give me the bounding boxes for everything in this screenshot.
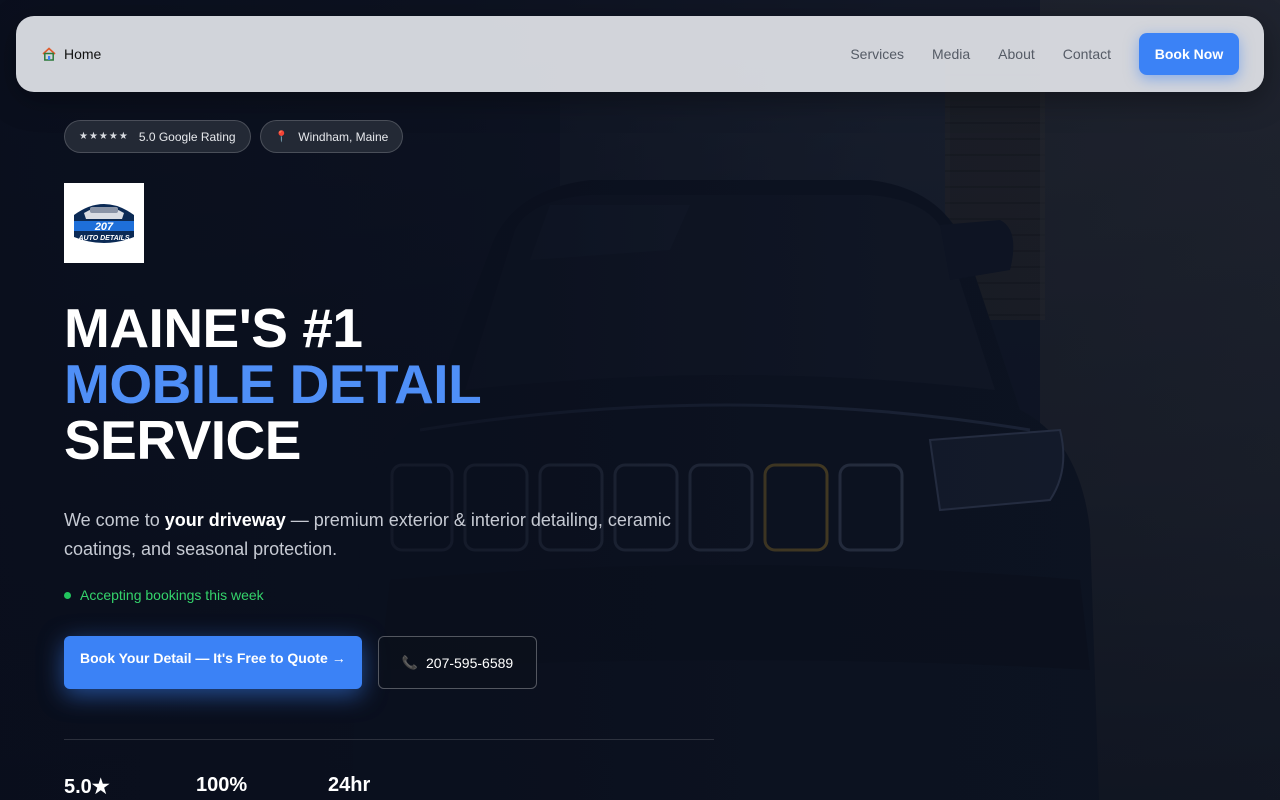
status-dot-icon <box>64 591 71 599</box>
description-emphasis: your driveway <box>164 510 286 530</box>
nav-link-about[interactable]: About <box>998 46 1035 62</box>
book-detail-button[interactable]: Book Your Detail — It's Free to Quote → <box>64 636 362 689</box>
phone-icon: 📞 <box>401 654 418 670</box>
headline-line-3: SERVICE <box>64 409 301 471</box>
stat-rating: 5.0★ <box>64 776 110 798</box>
hero-description: We come to your driveway — premium exter… <box>64 510 671 559</box>
location-badge: 📍 Windham, Maine <box>259 120 404 153</box>
status-text: Accepting bookings this week <box>80 587 264 603</box>
book-now-button[interactable]: Book Now <box>1139 33 1239 75</box>
nav-link-services[interactable]: Services <box>850 46 904 62</box>
hero-headline: MAINE'S #1 MOBILE DETAIL SERVICE <box>64 297 482 471</box>
rating-badge: ★★★★★ 5.0 Google Rating <box>64 120 251 153</box>
section-divider <box>64 739 714 740</box>
svg-text:207: 207 <box>94 221 114 233</box>
headline-line-2: MOBILE DETAIL <box>64 353 482 415</box>
home-label: Home <box>64 46 102 62</box>
company-logo: 207 AUTO DETAILS <box>64 183 144 263</box>
location-pin-icon: 📍 <box>274 131 289 143</box>
rating-label: 5.0 Google Rating <box>138 129 236 144</box>
home-icon <box>42 47 56 61</box>
location-label: Windham, Maine <box>298 129 389 144</box>
headline-line-1: MAINE'S #1 <box>64 297 363 359</box>
nav-link-contact[interactable]: Contact <box>1063 46 1111 62</box>
nav-links: Services Media About Contact Book Now <box>850 33 1239 75</box>
availability-status: Accepting bookings this week <box>64 587 264 603</box>
stat-satisfaction: 100% <box>196 774 248 796</box>
stat-response-time: 24hr <box>328 774 371 796</box>
stats-row: 5.0★ 100% 24hr <box>64 774 370 799</box>
nav-link-media[interactable]: Media <box>932 46 970 62</box>
stars-icon: ★★★★★ <box>79 131 129 142</box>
top-navbar: Home Services Media About Contact Book N… <box>16 16 1264 92</box>
phone-number: 207-595-6589 <box>426 654 514 671</box>
trust-badges: ★★★★★ 5.0 Google Rating 📍 Windham, Maine <box>64 120 404 153</box>
home-link[interactable]: Home <box>41 46 101 62</box>
svg-text:AUTO DETAILS: AUTO DETAILS <box>77 235 129 242</box>
call-phone-button[interactable]: 📞 207-595-6589 <box>378 636 537 689</box>
